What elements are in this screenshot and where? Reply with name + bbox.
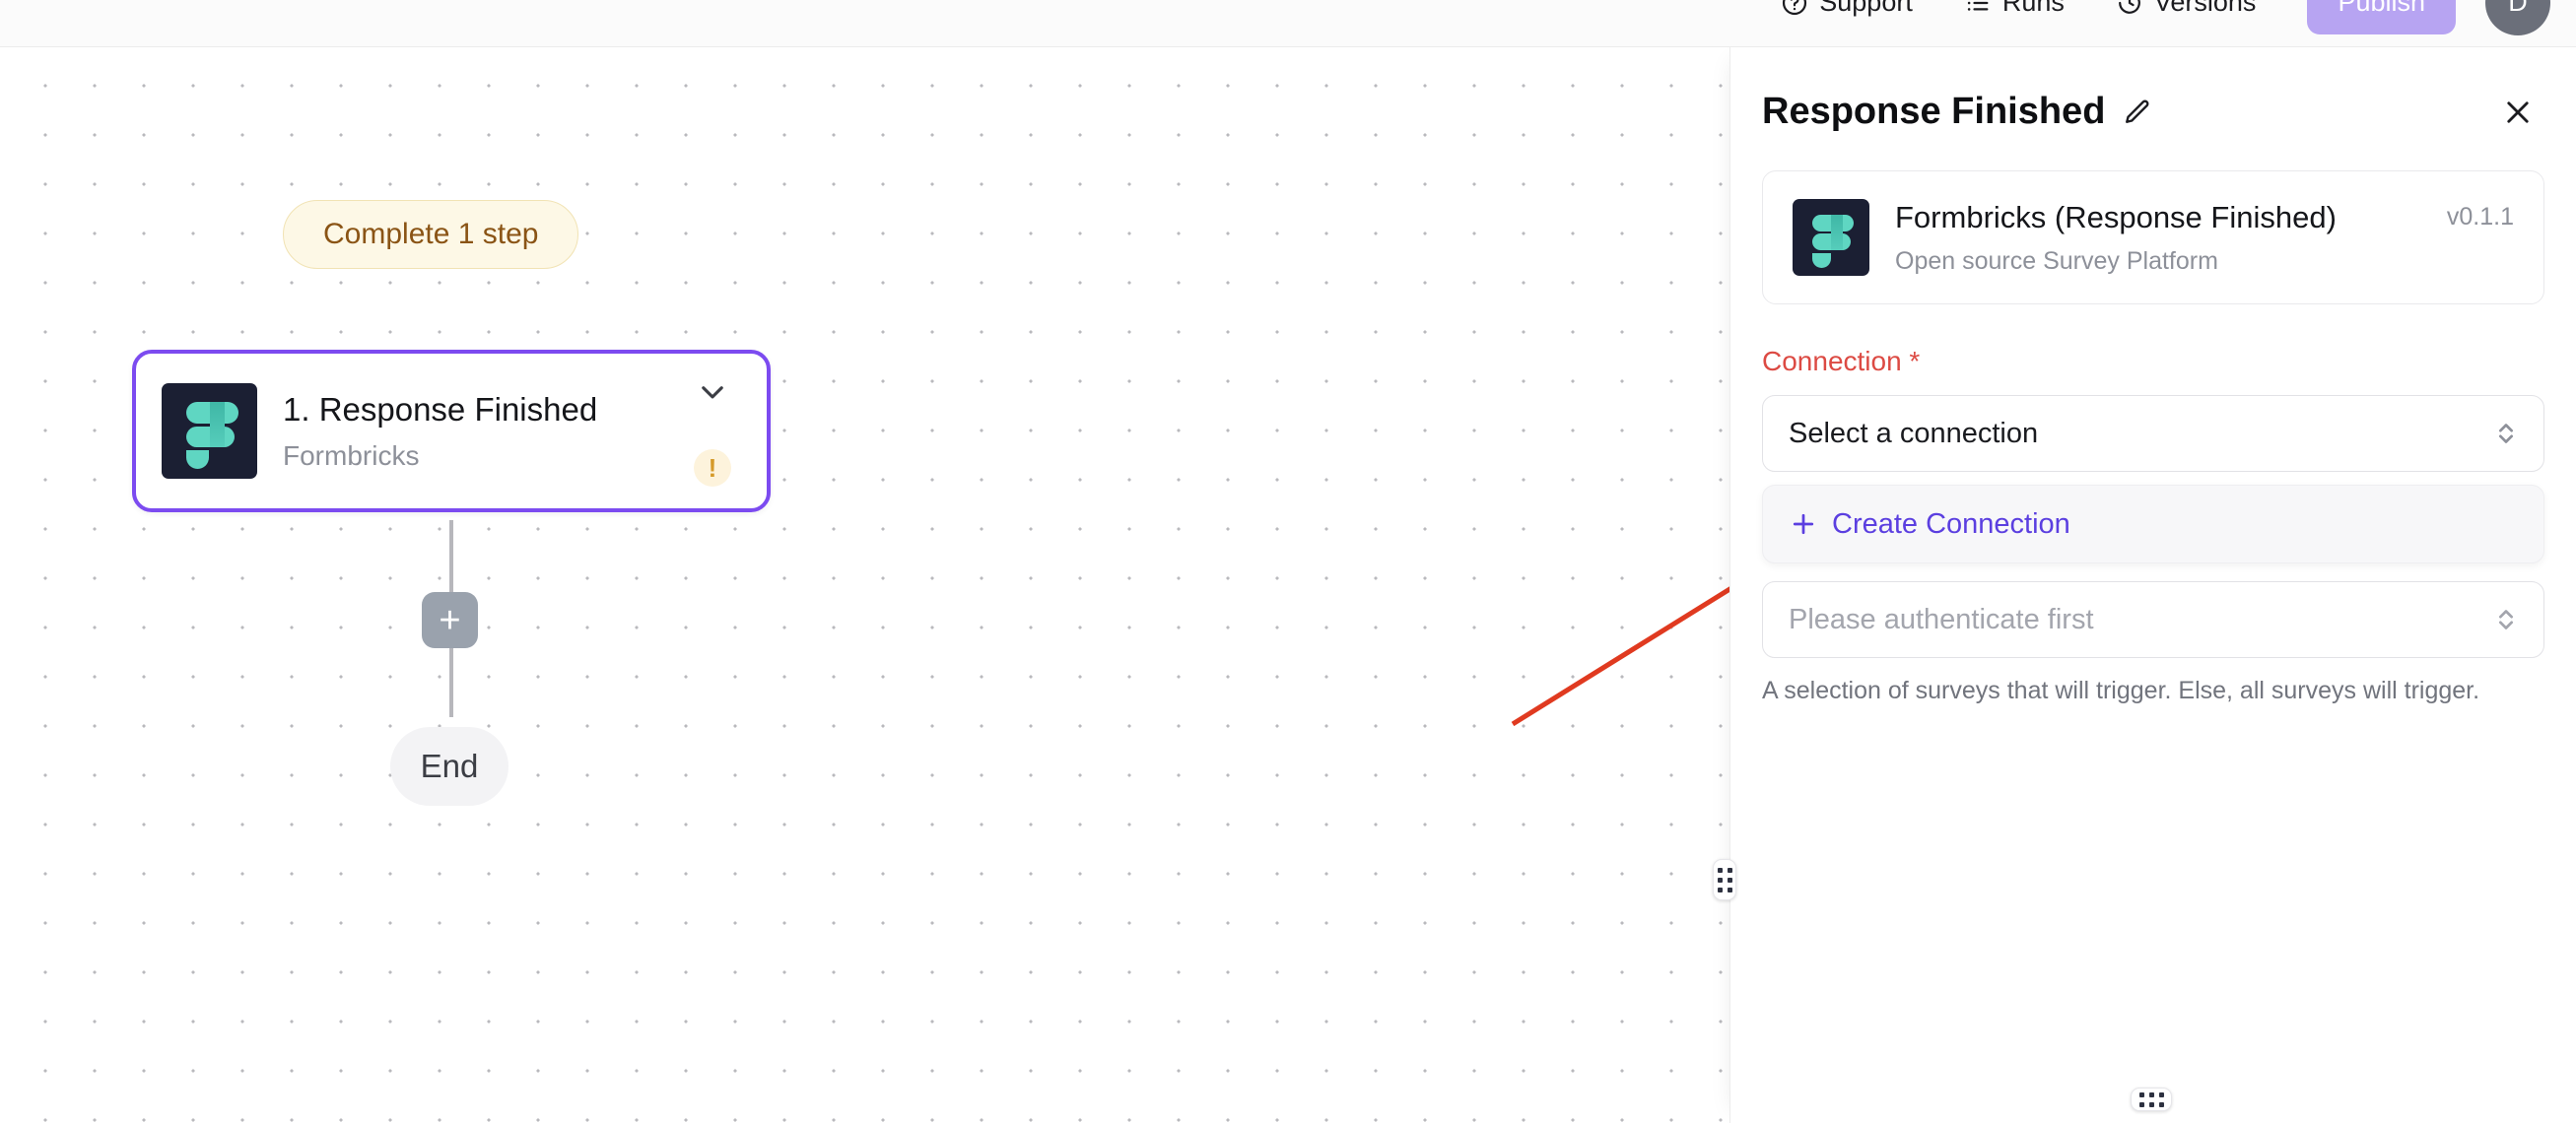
integration-version: v0.1.1 xyxy=(2446,203,2514,231)
add-step-button[interactable]: + xyxy=(422,592,478,648)
node-title: 1. Response Finished xyxy=(283,390,598,428)
create-connection-button[interactable]: Create Connection xyxy=(1762,485,2544,563)
end-node[interactable]: End xyxy=(390,727,508,806)
history-clock-icon xyxy=(2118,0,2140,14)
workflow-node-response-finished[interactable]: 1. Response Finished Formbricks ! xyxy=(132,350,771,512)
nav-label-versions: Versions xyxy=(2153,0,2257,17)
chevron-up-down-icon xyxy=(2498,424,2514,443)
connection-select[interactable]: Select a connection xyxy=(1762,395,2544,472)
panel-resize-handle-horizontal[interactable] xyxy=(2131,1088,2172,1111)
surveys-help-text: A selection of surveys that will trigger… xyxy=(1762,677,2480,704)
complete-steps-badge[interactable]: Complete 1 step xyxy=(283,200,579,269)
surveys-select-placeholder: Please authenticate first xyxy=(1789,603,2094,635)
node-actions: ! xyxy=(686,354,739,508)
formbricks-logo-icon xyxy=(162,383,257,479)
top-navigation-bar: Support Runs Versions Publish D xyxy=(0,0,2576,47)
plus-icon xyxy=(1793,513,1814,535)
connection-field-label: Connection * xyxy=(1762,346,1921,376)
node-text-block: 1. Response Finished Formbricks xyxy=(283,390,686,473)
nav-item-support[interactable]: Support xyxy=(1781,0,1913,18)
workflow-canvas[interactable]: Complete 1 step 1. Response Finished For… xyxy=(0,47,1729,1123)
chevron-down-icon[interactable] xyxy=(696,375,729,409)
help-circle-icon xyxy=(1783,0,1807,15)
close-icon[interactable] xyxy=(2501,96,2535,129)
create-connection-label: Create Connection xyxy=(1832,507,2070,540)
chevron-up-down-icon xyxy=(2498,610,2514,629)
node-subtitle: Formbricks xyxy=(283,440,420,472)
surveys-select[interactable]: Please authenticate first xyxy=(1762,581,2544,658)
panel-resize-handle-vertical[interactable] xyxy=(1713,859,1736,900)
panel-title: Response Finished xyxy=(1762,91,2106,132)
panel-header: Response Finished xyxy=(1730,47,2576,133)
nav-label-runs: Runs xyxy=(2001,0,2065,17)
integration-info-card: Formbricks (Response Finished) Open sour… xyxy=(1762,170,2544,304)
list-icon xyxy=(1967,1,1989,11)
nav-item-runs[interactable]: Runs xyxy=(1964,0,2065,18)
integration-text-block: Formbricks (Response Finished) Open sour… xyxy=(1895,200,2447,276)
integration-name: Formbricks (Response Finished) xyxy=(1895,199,2337,234)
formbricks-logo-icon xyxy=(1793,199,1869,276)
node-warning-badge[interactable]: ! xyxy=(694,449,731,487)
node-settings-panel: Response Finished Formbricks (Response F… xyxy=(1729,47,2576,1123)
workflow-editor-screen: Support Runs Versions Publish D Complete… xyxy=(0,0,2576,1123)
integration-description: Open source Survey Platform xyxy=(1895,246,2218,275)
avatar[interactable]: D xyxy=(2485,0,2550,35)
pencil-icon[interactable] xyxy=(2122,98,2151,127)
nav-label-support: Support xyxy=(1819,0,1913,17)
nav-item-versions[interactable]: Versions xyxy=(2116,0,2257,18)
connection-select-value: Select a connection xyxy=(1789,417,2039,449)
publish-button[interactable]: Publish xyxy=(2307,0,2456,34)
